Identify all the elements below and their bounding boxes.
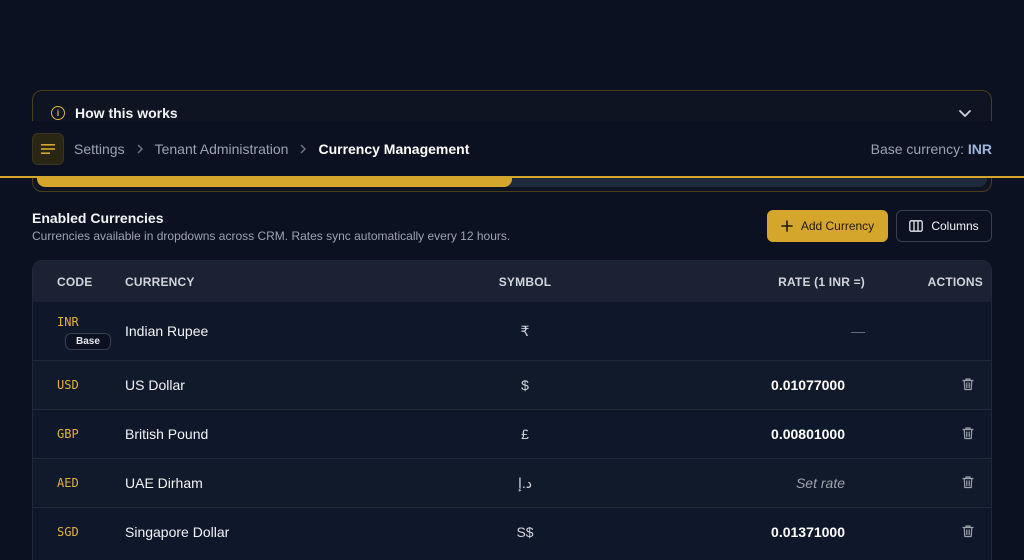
actions-cell <box>865 426 991 443</box>
set-rate-link[interactable]: Set rate <box>595 475 865 491</box>
how-it-works-title: How this works <box>75 105 178 121</box>
currency-rate[interactable]: 0.01371000 <box>595 524 865 540</box>
currency-code: AED <box>57 476 79 490</box>
table-header: CODE CURRENCY SYMBOL RATE (1 INR =) ACTI… <box>33 261 991 302</box>
breadcrumb-tenant-administration[interactable]: Tenant Administration <box>155 141 289 157</box>
col-header-currency[interactable]: CURRENCY <box>125 275 455 289</box>
how-it-works-header[interactable]: i How this works <box>51 105 178 121</box>
table-row[interactable]: GBP British Pound £ 0.00801000 <box>33 409 991 458</box>
table-row[interactable]: AED UAE Dirham د.إ Set rate <box>33 458 991 507</box>
section-title: Enabled Currencies <box>32 210 164 226</box>
currency-rate[interactable]: 0.00801000 <box>595 426 865 442</box>
columns-button[interactable]: Columns <box>896 210 992 242</box>
currency-symbol: S$ <box>516 524 534 540</box>
chevron-right-icon <box>300 143 307 154</box>
base-badge: Base <box>65 332 111 350</box>
breadcrumb-currency-management: Currency Management <box>318 140 470 157</box>
columns-icon <box>909 220 924 232</box>
breadcrumb: Settings Tenant Administration Currency … <box>74 141 469 157</box>
currency-table: CODE CURRENCY SYMBOL RATE (1 INR =) ACTI… <box>32 260 992 560</box>
currency-name: British Pound <box>125 426 209 442</box>
code-cell: INR Base <box>33 313 125 350</box>
breadcrumb-settings[interactable]: Settings <box>74 141 125 157</box>
base-currency-label: Base currency: <box>870 140 964 157</box>
currency-code: INR <box>57 314 79 329</box>
columns-label: Columns <box>931 219 979 233</box>
currency-symbol: د.إ <box>517 474 532 491</box>
table-row[interactable]: INR Base Indian Rupee ₹ — <box>33 302 991 360</box>
top-header: Settings Tenant Administration Currency … <box>0 121 1024 178</box>
add-currency-label: Add Currency <box>800 219 875 233</box>
chevron-right-icon <box>137 143 143 154</box>
currency-name: UAE Dirham <box>125 475 203 491</box>
add-currency-button[interactable]: Add Currency <box>767 210 888 242</box>
actions-cell <box>865 377 991 394</box>
chevron-down-icon[interactable] <box>957 105 973 121</box>
col-header-rate[interactable]: RATE (1 INR =) <box>595 275 865 289</box>
currency-name: US Dollar <box>125 377 185 393</box>
currency-name: Singapore Dollar <box>125 524 230 540</box>
table-row[interactable]: SGD Singapore Dollar S$ 0.01371000 <box>33 507 991 556</box>
actions-cell <box>865 524 991 541</box>
currency-rate: — <box>851 323 865 339</box>
currency-code: GBP <box>57 427 79 441</box>
plus-icon <box>781 220 793 232</box>
base-currency-code: INR <box>967 140 992 157</box>
info-icon: i <box>51 106 65 120</box>
currency-symbol: $ <box>521 377 529 393</box>
trash-icon[interactable] <box>961 426 975 440</box>
table-row[interactable]: USD US Dollar $ 0.01077000 <box>33 360 991 409</box>
section-subtitle: Currencies available in dropdowns across… <box>32 229 511 243</box>
trash-icon[interactable] <box>961 475 975 489</box>
menu-icon <box>41 143 55 154</box>
currency-code: SGD <box>57 525 79 539</box>
currency-code: USD <box>57 378 79 392</box>
currency-symbol: ₹ <box>520 322 530 339</box>
currency-symbol: £ <box>521 426 529 442</box>
base-currency-indicator: Base currency: INR <box>871 141 992 157</box>
currency-rate[interactable]: 0.01077000 <box>595 377 865 393</box>
col-header-actions: ACTIONS <box>927 274 983 289</box>
col-header-code[interactable]: CODE <box>33 275 125 289</box>
trash-icon[interactable] <box>961 524 975 538</box>
menu-button[interactable] <box>32 132 64 165</box>
actions-cell <box>865 475 991 492</box>
currency-name: Indian Rupee <box>125 323 209 339</box>
trash-icon[interactable] <box>961 377 975 391</box>
col-header-symbol[interactable]: SYMBOL <box>455 275 595 289</box>
